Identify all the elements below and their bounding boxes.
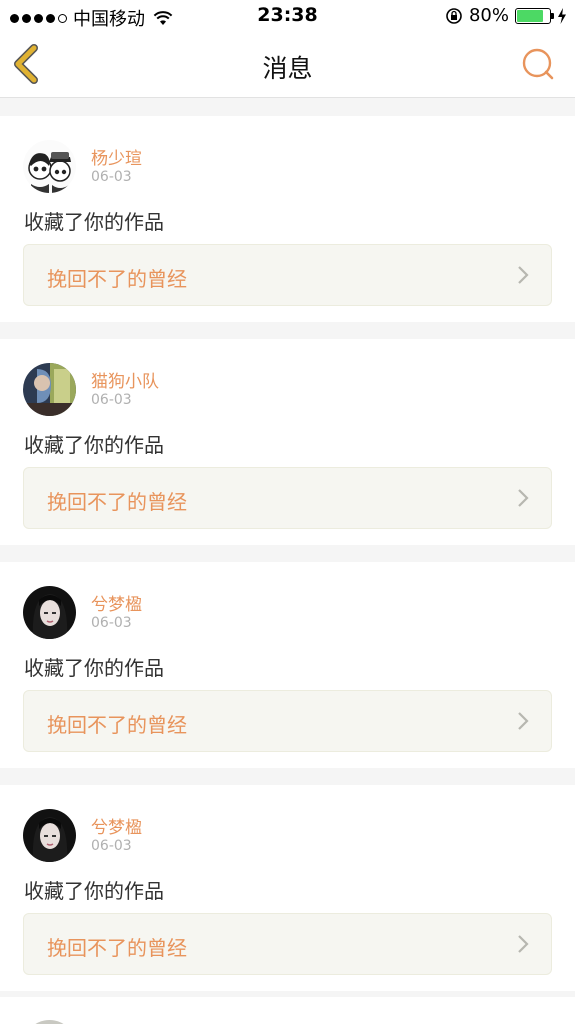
action-text: 收藏了你的作品 bbox=[24, 210, 164, 234]
avatar[interactable] bbox=[23, 586, 76, 639]
work-link[interactable]: 挽回不了的曾经 bbox=[23, 690, 552, 752]
user-name[interactable]: 兮梦楹 bbox=[91, 813, 142, 838]
work-link[interactable]: 挽回不了的曾经 bbox=[23, 244, 552, 306]
battery-percent: 80% bbox=[468, 5, 509, 26]
message-time: 06-03 bbox=[91, 169, 132, 185]
navigation-bar: 消息 bbox=[0, 32, 575, 98]
screen: 中国移动 23:38 80% 消息 杨少瑄 06-03 收藏了你的作品 挽回不了… bbox=[0, 0, 575, 1024]
avatar[interactable] bbox=[23, 140, 76, 193]
search-button[interactable] bbox=[519, 46, 557, 82]
charging-icon bbox=[558, 7, 566, 24]
message-time: 06-03 bbox=[91, 838, 132, 854]
message-time: 06-03 bbox=[91, 392, 132, 408]
work-title: 挽回不了的曾经 bbox=[47, 713, 187, 737]
work-link[interactable]: 挽回不了的曾经 bbox=[23, 467, 552, 529]
work-link[interactable]: 挽回不了的曾经 bbox=[23, 913, 552, 975]
chevron-right-icon bbox=[518, 935, 529, 953]
message-card: 猫狗小队 06-03 收藏了你的作品 挽回不了的曾经 bbox=[0, 339, 575, 545]
avatar[interactable] bbox=[23, 809, 76, 862]
work-title: 挽回不了的曾经 bbox=[47, 267, 187, 291]
battery-icon bbox=[515, 7, 554, 24]
message-list: 杨少瑄 06-03 收藏了你的作品 挽回不了的曾经 猫狗小队 06-03 收藏了… bbox=[0, 98, 575, 991]
message-card: 兮梦楹 06-03 收藏了你的作品 挽回不了的曾经 bbox=[0, 785, 575, 991]
user-name[interactable]: 兮梦楹 bbox=[91, 590, 142, 615]
action-text: 收藏了你的作品 bbox=[24, 433, 164, 457]
status-right: 80% bbox=[445, 5, 567, 26]
message-card: 杨少瑄 06-03 收藏了你的作品 挽回不了的曾经 bbox=[0, 116, 575, 322]
chevron-right-icon bbox=[518, 489, 529, 507]
chevron-right-icon bbox=[518, 712, 529, 730]
rotation-lock-icon bbox=[446, 7, 462, 24]
user-name[interactable]: 猫狗小队 bbox=[91, 367, 159, 392]
message-time: 06-03 bbox=[91, 615, 132, 631]
search-icon bbox=[522, 48, 554, 80]
action-text: 收藏了你的作品 bbox=[24, 879, 164, 903]
work-title: 挽回不了的曾经 bbox=[47, 490, 187, 514]
user-name[interactable]: 杨少瑄 bbox=[91, 144, 142, 169]
page-title: 消息 bbox=[262, 54, 313, 83]
action-text: 收藏了你的作品 bbox=[24, 656, 164, 680]
chevron-right-icon bbox=[518, 266, 529, 284]
message-card-partial bbox=[0, 997, 575, 1024]
message-card: 兮梦楹 06-03 收藏了你的作品 挽回不了的曾经 bbox=[0, 562, 575, 768]
avatar[interactable] bbox=[23, 363, 76, 416]
work-title: 挽回不了的曾经 bbox=[47, 936, 187, 960]
status-bar: 中国移动 23:38 80% bbox=[0, 0, 575, 32]
